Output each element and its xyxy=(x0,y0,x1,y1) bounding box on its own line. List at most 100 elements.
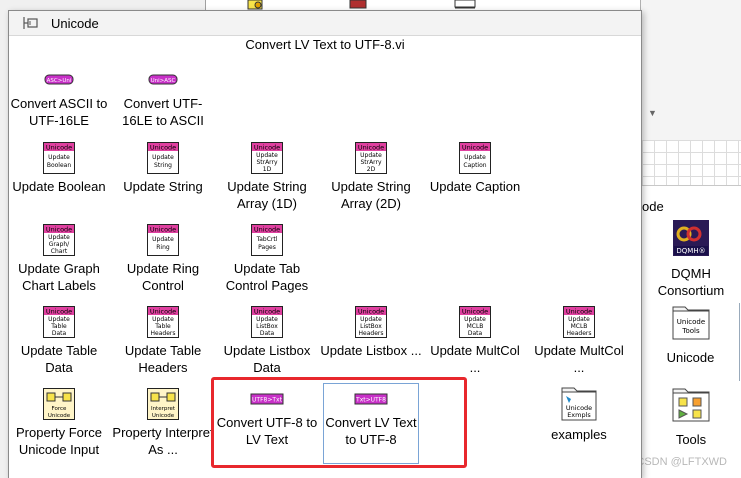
palette-item-label: Update MultCol ... xyxy=(430,343,520,375)
palette-item-convert-ascii-to-utf16le[interactable]: ASC>Uni Convert ASCII to UTF-16LE xyxy=(7,69,111,129)
palette-item-label: DQMH Consortium xyxy=(657,266,725,298)
svg-text:Chart: Chart xyxy=(51,248,68,255)
palette-item-label: Update Listbox Data xyxy=(223,343,311,375)
palette-item-update-table-headers[interactable]: Unicode Update Table Headers Update Tabl… xyxy=(111,306,215,376)
svg-text:StrArry: StrArry xyxy=(256,159,278,166)
palette-item-update-tab-control-pages[interactable]: Unicode TabCrtl Pages Update Tab Control… xyxy=(215,224,319,294)
palette-item-label: examples xyxy=(551,427,607,442)
force-unicode-icon: Force Unicode xyxy=(43,388,75,420)
svg-text:Update: Update xyxy=(48,154,70,161)
svg-text:Unicode: Unicode xyxy=(150,144,176,152)
scroll-down-arrow-icon[interactable]: ▼ xyxy=(648,108,658,118)
palette-item-convert-utf8-to-lv-text[interactable]: UTF8>Txt Convert UTF-8 to LV Text xyxy=(215,388,319,448)
svg-text:Unicode: Unicode xyxy=(462,144,488,152)
palette-item-update-string-array-1d[interactable]: Unicode Update StrArry 1D Update String … xyxy=(215,142,319,212)
unicode-to-ascii-icon: Uni>ASC xyxy=(148,74,178,85)
ascii-to-unicode-icon: ASC>Uni xyxy=(44,74,74,85)
palette-item-property-force-unicode-input[interactable]: Force Unicode Property Force Unicode Inp… xyxy=(7,388,111,458)
unicode-update-mclb-data-icon: Unicode Update MCLB Data xyxy=(459,306,491,338)
svg-text:StrArry: StrArry xyxy=(360,159,382,166)
interpret-unicode-icon: Interpret Unicode xyxy=(147,388,179,420)
svg-text:ListBox: ListBox xyxy=(360,323,382,330)
palette-item-label: Update Caption xyxy=(429,179,521,194)
palette-item-update-graph-chart-labels[interactable]: Unicode Update Graph/ Chart Update Graph… xyxy=(7,224,111,294)
svg-text:Pages: Pages xyxy=(258,244,276,251)
palette-item-convert-lv-text-to-utf8[interactable]: Txt>UTF8 Convert LV Text to UTF-8 xyxy=(323,383,419,464)
svg-text:Table: Table xyxy=(50,323,67,330)
svg-text:Unicode: Unicode xyxy=(254,144,280,152)
svg-text:ASC>Uni: ASC>Uni xyxy=(47,78,72,84)
palette-item-update-string[interactable]: Unicode Update String Update String xyxy=(111,142,215,195)
svg-text:Unicode: Unicode xyxy=(46,308,72,316)
palette-item-dqmh-consortium[interactable]: DQMH® DQMH Consortium xyxy=(642,219,740,299)
unicode-update-listbox-data-icon: Unicode Update ListBox Data xyxy=(251,306,283,338)
unicode-update-listbox-headers-icon: Unicode Update ListBox Headers xyxy=(355,306,387,338)
svg-text:Update: Update xyxy=(152,236,174,243)
palette-titlebar[interactable]: Unicode xyxy=(9,11,641,36)
pin-icon[interactable] xyxy=(23,16,39,30)
palette-item-label: Update String Array (2D) xyxy=(331,179,411,211)
svg-text:Unicode: Unicode xyxy=(566,308,592,316)
svg-text:UTF8>Txt: UTF8>Txt xyxy=(252,397,283,404)
svg-text:ListBox: ListBox xyxy=(256,323,278,330)
svg-text:Update: Update xyxy=(360,152,382,159)
svg-text:Uni>ASC: Uni>ASC xyxy=(151,78,176,84)
palette-item-label: Property Interpret As ... xyxy=(112,425,214,457)
palette-item-label: Tools xyxy=(675,432,707,447)
svg-text:Unicode: Unicode xyxy=(46,144,72,152)
dqmh-logo-icon: DQMH® xyxy=(673,220,709,256)
unicode-update-boolean-icon: Unicode Update Boolean xyxy=(43,142,75,174)
svg-text:Graph/: Graph/ xyxy=(49,241,70,248)
svg-text:Unicode: Unicode xyxy=(358,144,384,152)
svg-text:Headers: Headers xyxy=(151,330,176,337)
unicode-update-strarray-1d-icon: Unicode Update StrArry 1D xyxy=(251,142,283,174)
watermark-text: CSDN @LFTXWD xyxy=(636,456,727,468)
palette-item-label: Convert UTF-8 to LV Text xyxy=(216,415,318,447)
svg-text:Headers: Headers xyxy=(567,330,592,337)
svg-text:Interpret: Interpret xyxy=(151,406,176,412)
svg-text:Caption: Caption xyxy=(463,162,486,169)
palette-item-unicode-folder[interactable]: Unicode Tools Unicode xyxy=(642,303,740,381)
svg-text:Exmpls: Exmpls xyxy=(567,411,591,419)
palette-item-label: Update Listbox ... xyxy=(320,343,422,358)
svg-text:Unicode: Unicode xyxy=(358,308,384,316)
palette-item-update-caption[interactable]: Unicode Update Caption Update Caption xyxy=(423,142,527,195)
unicode-update-ring-icon: Unicode Update Ring xyxy=(147,224,179,256)
unicode-update-caption-icon: Unicode Update Caption xyxy=(459,142,491,174)
partial-vi-icon xyxy=(349,0,367,9)
svg-text:Update: Update xyxy=(48,316,70,323)
palette-item-update-multcol-data[interactable]: Unicode Update MCLB Data Update MultCol … xyxy=(423,306,527,376)
svg-text:Update: Update xyxy=(464,154,486,161)
unicode-palette-window: Unicode Convert LV Text to UTF-8.vi ASC>… xyxy=(8,10,642,478)
unicode-tools-folder-icon: Unicode Tools xyxy=(672,306,709,340)
palette-item-label: Update Table Headers xyxy=(124,343,202,375)
svg-text:Update: Update xyxy=(568,316,590,323)
svg-text:Unicode: Unicode xyxy=(150,226,176,234)
unicode-update-table-data-icon: Unicode Update Table Data xyxy=(43,306,75,338)
palette-item-update-table-data[interactable]: Unicode Update Table Data Update Table D… xyxy=(7,306,111,376)
utf8-to-text-icon: UTF8>Txt xyxy=(250,393,284,405)
svg-text:Unicode: Unicode xyxy=(676,318,704,326)
svg-text:Unicode: Unicode xyxy=(254,226,280,234)
background-panel xyxy=(640,0,741,140)
palette-item-update-listbox-data[interactable]: Unicode Update ListBox Data Update Listb… xyxy=(215,306,319,376)
palette-item-property-interpret-as[interactable]: Interpret Unicode Property Interpret As … xyxy=(111,388,215,458)
unicode-update-mclb-headers-icon: Unicode Update MCLB Headers xyxy=(563,306,595,338)
palette-item-label: Property Force Unicode Input xyxy=(16,425,102,457)
palette-item-tools-folder[interactable]: Tools xyxy=(642,385,740,448)
svg-text:Headers: Headers xyxy=(359,330,384,337)
svg-text:Boolean: Boolean xyxy=(47,162,71,169)
svg-text:Update: Update xyxy=(152,316,174,323)
palette-item-update-string-array-2d[interactable]: Unicode Update StrArry 2D Update String … xyxy=(319,142,423,212)
palette-item-update-ring-control[interactable]: Unicode Update Ring Update Ring Control xyxy=(111,224,215,294)
palette-item-update-listbox-headers[interactable]: Unicode Update ListBox Headers Update Li… xyxy=(319,306,423,359)
svg-text:Unicode: Unicode xyxy=(48,413,71,419)
svg-text:Unicode: Unicode xyxy=(150,308,176,316)
palette-item-examples[interactable]: Unicode Exmpls examples xyxy=(527,384,631,443)
palette-item-label: Update MultCol ... xyxy=(534,343,624,375)
palette-item-convert-utf16le-to-ascii[interactable]: Uni>ASC Convert UTF-16LE to ASCII xyxy=(111,69,215,129)
svg-text:Data: Data xyxy=(468,330,483,337)
svg-text:2D: 2D xyxy=(367,166,376,173)
palette-item-update-boolean[interactable]: Unicode Update Boolean Update Boolean xyxy=(7,142,111,195)
palette-item-update-multcol-headers[interactable]: Unicode Update MCLB Headers Update MultC… xyxy=(527,306,631,376)
